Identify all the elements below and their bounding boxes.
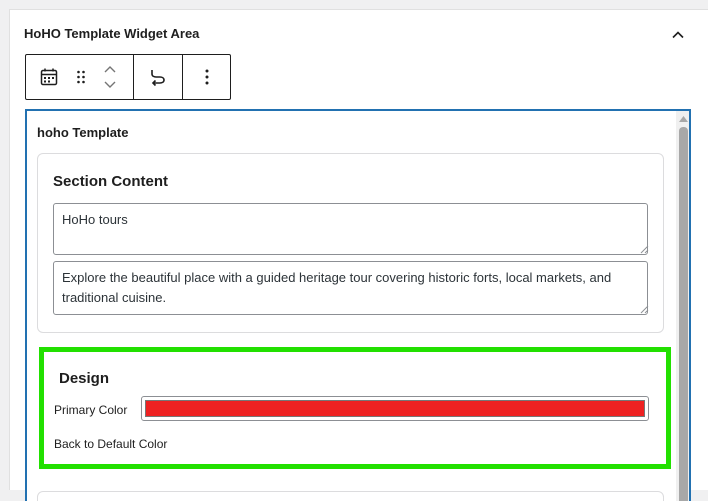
- primary-color-swatch: [145, 400, 645, 417]
- scroll-up-arrow-icon[interactable]: [678, 114, 689, 124]
- section-content-card: Section Content HoHo tours Explore the b…: [37, 153, 664, 333]
- drag-handle-icon[interactable]: [72, 55, 90, 99]
- section-content-heading: Section Content: [53, 173, 168, 190]
- block-toolbar-group-main: [26, 55, 134, 99]
- more-vertical-icon[interactable]: [204, 68, 210, 86]
- resize-grip-icon[interactable]: [640, 245, 649, 254]
- block-toolbar-group-options: [183, 55, 230, 99]
- widget-scrollbar[interactable]: [676, 111, 689, 501]
- calendar-icon[interactable]: [26, 55, 72, 99]
- block-toolbar-group-transform: [134, 55, 183, 99]
- block-mover: [90, 55, 130, 99]
- resize-grip-icon[interactable]: [640, 305, 649, 314]
- scrollbar-thumb[interactable]: [679, 127, 688, 501]
- move-down-icon[interactable]: [102, 77, 118, 93]
- transform-icon[interactable]: [148, 67, 168, 87]
- widget-block[interactable]: hoho Template Section Content HoHo tours…: [25, 109, 691, 501]
- chevron-up-icon[interactable]: [668, 25, 688, 45]
- design-heading: Design: [59, 370, 110, 387]
- widget-area-title: HoHO Template Widget Area: [24, 26, 200, 41]
- widget-area-header[interactable]: HoHO Template Widget Area: [10, 10, 708, 56]
- primary-color-input[interactable]: [141, 396, 649, 421]
- section-title-field[interactable]: HoHo tours: [53, 203, 648, 255]
- primary-color-label: Primary Color: [54, 403, 128, 417]
- widget-title: hoho Template: [37, 125, 129, 140]
- reset-default-color-link[interactable]: Back to Default Color: [54, 437, 167, 451]
- next-section-card: [37, 491, 664, 501]
- block-toolbar: [25, 54, 231, 100]
- move-up-icon[interactable]: [102, 61, 118, 77]
- design-card: Design Primary Color Back to Default Col…: [39, 347, 671, 469]
- section-description-field[interactable]: Explore the beautiful place with a guide…: [53, 261, 648, 315]
- widget-area-panel: HoHO Template Widget Area hoho Template …: [9, 9, 708, 501]
